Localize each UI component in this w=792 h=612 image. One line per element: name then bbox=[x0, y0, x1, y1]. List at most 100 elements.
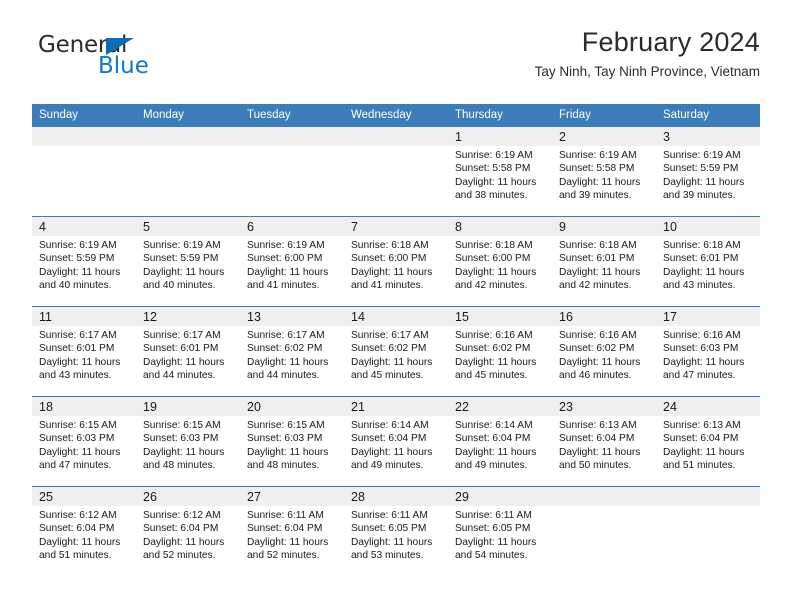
calendar-day-cell[interactable]: 22 Sunrise: 6:14 AM Sunset: 6:04 PM Dayligh… bbox=[448, 396, 552, 487]
day-detail-line: Sunrise: 6:11 AM bbox=[455, 510, 532, 521]
day-details: Sunrise: 6:17 AM Sunset: 6:02 PM Daylight:… bbox=[344, 326, 448, 382]
day-details bbox=[32, 146, 136, 149]
day-number: 19 bbox=[143, 400, 157, 414]
day-number-band: 4 bbox=[32, 217, 136, 236]
day-details: Sunrise: 6:15 AM Sunset: 6:03 PM Daylight:… bbox=[240, 416, 344, 472]
calendar-day-cell[interactable]: 24 Sunrise: 6:13 AM Sunset: 6:04 PM Dayligh… bbox=[656, 396, 760, 487]
day-details: Sunrise: 6:15 AM Sunset: 6:03 PM Daylight:… bbox=[136, 416, 240, 472]
day-detail-line: and 45 minutes. bbox=[455, 369, 528, 381]
day-detail-line: Daylight: 11 hours bbox=[663, 176, 745, 188]
day-details: Sunrise: 6:19 AM Sunset: 5:59 PM Daylight:… bbox=[32, 236, 136, 292]
calendar-day-cell[interactable]: 20 Sunrise: 6:15 AM Sunset: 6:03 PM Dayligh… bbox=[240, 396, 344, 487]
day-details bbox=[344, 146, 448, 149]
day-detail-line: Daylight: 11 hours bbox=[455, 356, 537, 368]
day-number-band: 2 bbox=[552, 127, 656, 146]
day-number: 13 bbox=[247, 310, 261, 324]
day-detail-line: Sunset: 6:05 PM bbox=[351, 523, 427, 535]
calendar-day-cell[interactable]: 9 Sunrise: 6:18 AM Sunset: 6:01 PM Daylight… bbox=[552, 216, 656, 307]
day-detail-line: and 41 minutes. bbox=[351, 279, 424, 291]
calendar-day-cell[interactable]: 28 Sunrise: 6:11 AM Sunset: 6:05 PM Dayligh… bbox=[344, 486, 448, 576]
day-details: Sunrise: 6:12 AM Sunset: 6:04 PM Daylight:… bbox=[136, 506, 240, 562]
day-detail-line: Sunset: 6:00 PM bbox=[247, 253, 323, 265]
day-detail-line: Sunrise: 6:12 AM bbox=[39, 510, 117, 521]
day-number: 16 bbox=[559, 310, 573, 324]
day-details: Sunrise: 6:19 AM Sunset: 6:00 PM Daylight:… bbox=[240, 236, 344, 292]
day-details: Sunrise: 6:18 AM Sunset: 6:00 PM Daylight:… bbox=[344, 236, 448, 292]
day-detail-line: Sunset: 6:02 PM bbox=[351, 343, 427, 355]
day-detail-line: and 53 minutes. bbox=[351, 549, 424, 561]
day-number: 28 bbox=[351, 490, 365, 504]
day-detail-line: Daylight: 11 hours bbox=[559, 356, 641, 368]
calendar-day-cell[interactable]: 27 Sunrise: 6:11 AM Sunset: 6:04 PM Dayligh… bbox=[240, 486, 344, 576]
day-number: 23 bbox=[559, 400, 573, 414]
day-detail-line: Sunrise: 6:17 AM bbox=[143, 330, 221, 341]
day-number-band: 14 bbox=[344, 307, 448, 326]
day-detail-line: Sunrise: 6:14 AM bbox=[455, 420, 533, 431]
day-number-band: 9 bbox=[552, 217, 656, 236]
calendar-day-cell[interactable]: 25 Sunrise: 6:12 AM Sunset: 6:04 PM Dayligh… bbox=[32, 486, 136, 576]
calendar-day-cell[interactable]: 17 Sunrise: 6:16 AM Sunset: 6:03 PM Dayligh… bbox=[656, 306, 760, 397]
day-number: 21 bbox=[351, 400, 365, 414]
calendar-day-cell[interactable]: 6 Sunrise: 6:19 AM Sunset: 6:00 PM Daylight… bbox=[240, 216, 344, 307]
day-detail-line: Sunset: 6:05 PM bbox=[455, 523, 531, 535]
calendar-day-cell[interactable]: 18 Sunrise: 6:15 AM Sunset: 6:03 PM Dayligh… bbox=[32, 396, 136, 487]
calendar-day-cell[interactable]: 23 Sunrise: 6:13 AM Sunset: 6:04 PM Dayligh… bbox=[552, 396, 656, 487]
day-number-band: 17 bbox=[656, 307, 760, 326]
calendar-week-row: 25 Sunrise: 6:12 AM Sunset: 6:04 PM Dayligh… bbox=[32, 486, 760, 576]
day-detail-line: Daylight: 11 hours bbox=[143, 266, 225, 278]
calendar-day-cell[interactable]: 12 Sunrise: 6:17 AM Sunset: 6:01 PM Dayligh… bbox=[136, 306, 240, 397]
day-number-band: 24 bbox=[656, 397, 760, 416]
day-detail-line: Daylight: 11 hours bbox=[351, 536, 433, 548]
day-number: 1 bbox=[455, 130, 462, 144]
calendar-day-cell[interactable]: 26 Sunrise: 6:12 AM Sunset: 6:04 PM Dayligh… bbox=[136, 486, 240, 576]
day-number: 26 bbox=[143, 490, 157, 504]
day-number-band: 6 bbox=[240, 217, 344, 236]
calendar-day-cell[interactable]: 7 Sunrise: 6:18 AM Sunset: 6:00 PM Daylight… bbox=[344, 216, 448, 307]
day-number-band: 26 bbox=[136, 487, 240, 506]
calendar-day-cell-empty bbox=[552, 486, 656, 576]
day-detail-line: Daylight: 11 hours bbox=[455, 536, 537, 548]
day-detail-line: and 51 minutes. bbox=[39, 549, 112, 561]
day-detail-line: Sunrise: 6:17 AM bbox=[39, 330, 117, 341]
day-detail-line: Sunrise: 6:19 AM bbox=[559, 150, 637, 161]
calendar-day-cell[interactable]: 10 Sunrise: 6:18 AM Sunset: 6:01 PM Dayligh… bbox=[656, 216, 760, 307]
calendar-day-cell[interactable]: 21 Sunrise: 6:14 AM Sunset: 6:04 PM Dayligh… bbox=[344, 396, 448, 487]
day-number: 11 bbox=[39, 310, 52, 324]
day-detail-line: and 42 minutes. bbox=[455, 279, 528, 291]
calendar-day-cell[interactable]: 2 Sunrise: 6:19 AM Sunset: 5:58 PM Daylight… bbox=[552, 127, 656, 217]
day-details: Sunrise: 6:11 AM Sunset: 6:05 PM Daylight:… bbox=[344, 506, 448, 562]
day-details: Sunrise: 6:16 AM Sunset: 6:02 PM Daylight:… bbox=[448, 326, 552, 382]
day-detail-line: Sunrise: 6:15 AM bbox=[39, 420, 117, 431]
calendar-day-cell[interactable]: 16 Sunrise: 6:16 AM Sunset: 6:02 PM Dayligh… bbox=[552, 306, 656, 397]
day-number-band bbox=[552, 487, 656, 506]
day-detail-line: Daylight: 11 hours bbox=[455, 176, 537, 188]
day-number-band bbox=[136, 127, 240, 146]
day-number-band: 7 bbox=[344, 217, 448, 236]
calendar-day-cell[interactable]: 29 Sunrise: 6:11 AM Sunset: 6:05 PM Dayligh… bbox=[448, 486, 552, 576]
calendar-day-cell[interactable]: 3 Sunrise: 6:19 AM Sunset: 5:59 PM Daylight… bbox=[656, 127, 760, 217]
day-detail-line: Sunrise: 6:16 AM bbox=[559, 330, 637, 341]
day-number-band: 20 bbox=[240, 397, 344, 416]
calendar-day-cell-empty bbox=[240, 127, 344, 217]
calendar-day-cell[interactable]: 5 Sunrise: 6:19 AM Sunset: 5:59 PM Daylight… bbox=[136, 216, 240, 307]
calendar-day-cell[interactable]: 14 Sunrise: 6:17 AM Sunset: 6:02 PM Dayligh… bbox=[344, 306, 448, 397]
calendar-day-cell[interactable]: 4 Sunrise: 6:19 AM Sunset: 5:59 PM Daylight… bbox=[32, 216, 136, 307]
day-number-band: 3 bbox=[656, 127, 760, 146]
day-detail-line: Daylight: 11 hours bbox=[351, 356, 433, 368]
logo[interactable]: General Blue bbox=[38, 34, 238, 88]
calendar-day-cell[interactable]: 15 Sunrise: 6:16 AM Sunset: 6:02 PM Dayligh… bbox=[448, 306, 552, 397]
calendar-week-row: 4 Sunrise: 6:19 AM Sunset: 5:59 PM Daylight… bbox=[32, 216, 760, 307]
day-detail-line: Sunset: 6:02 PM bbox=[247, 343, 323, 355]
calendar-day-cell[interactable]: 8 Sunrise: 6:18 AM Sunset: 6:00 PM Daylight… bbox=[448, 216, 552, 307]
day-detail-line: Sunrise: 6:17 AM bbox=[351, 330, 429, 341]
day-detail-line: Daylight: 11 hours bbox=[247, 356, 329, 368]
calendar-day-cell[interactable]: 11 Sunrise: 6:17 AM Sunset: 6:01 PM Dayligh… bbox=[32, 306, 136, 397]
calendar-day-cell[interactable]: 13 Sunrise: 6:17 AM Sunset: 6:02 PM Dayligh… bbox=[240, 306, 344, 397]
day-detail-line: Daylight: 11 hours bbox=[351, 446, 433, 458]
day-detail-line: and 47 minutes. bbox=[663, 369, 736, 381]
day-detail-line: Sunrise: 6:18 AM bbox=[351, 240, 429, 251]
day-number-band: 25 bbox=[32, 487, 136, 506]
calendar-day-cell[interactable]: 1 Sunrise: 6:19 AM Sunset: 5:58 PM Daylight… bbox=[448, 127, 552, 217]
calendar-day-cell[interactable]: 19 Sunrise: 6:15 AM Sunset: 6:03 PM Dayligh… bbox=[136, 396, 240, 487]
day-detail-line: Sunset: 6:02 PM bbox=[455, 343, 531, 355]
